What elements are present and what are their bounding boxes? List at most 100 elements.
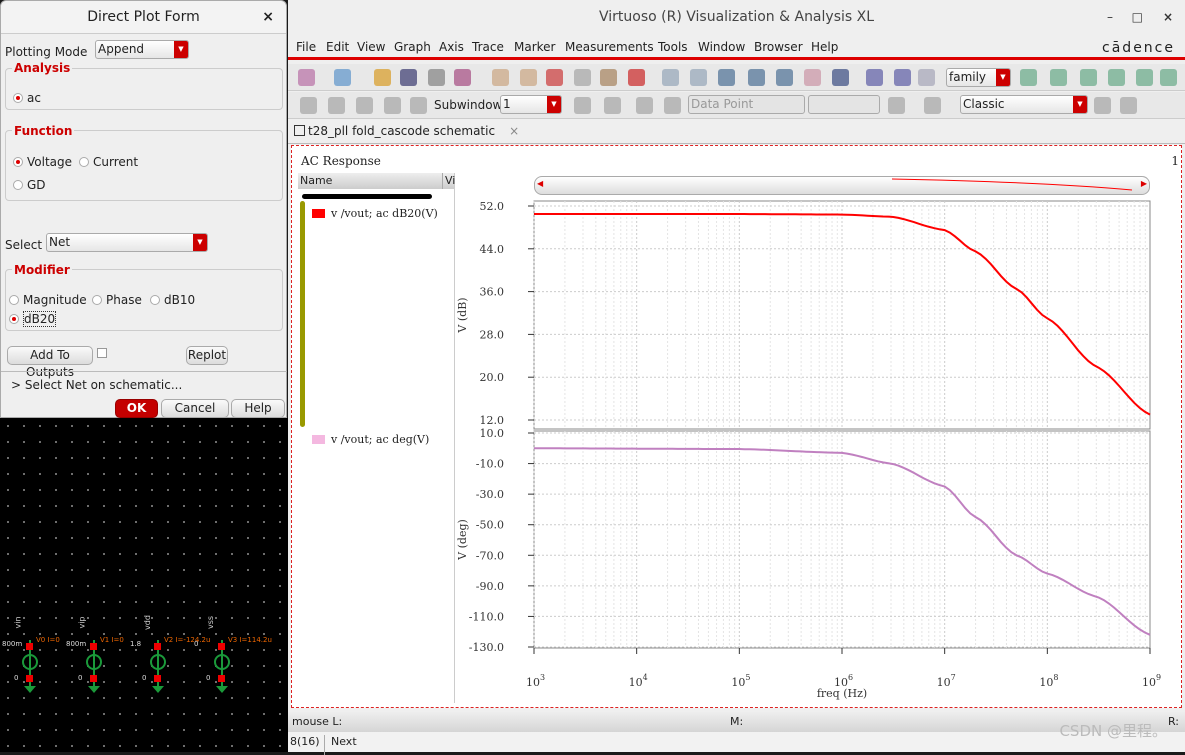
style-select[interactable]: Classic ▼ xyxy=(960,95,1088,114)
toolbar-icon[interactable] xyxy=(428,69,445,86)
select-dropdown[interactable]: Net ▼ xyxy=(46,233,208,252)
menu-file[interactable]: File xyxy=(296,40,316,54)
plotting-mode-select[interactable]: Append ▼ xyxy=(95,40,189,59)
scroll-left-icon[interactable]: ◀ xyxy=(537,179,543,188)
toolbar-icon[interactable] xyxy=(384,97,401,114)
voltage-source[interactable]: vip V1 I=0 800m 0 xyxy=(64,616,124,700)
toolbar-icon[interactable] xyxy=(636,97,653,114)
mouse-m-label: M: xyxy=(730,715,744,728)
maximize-icon[interactable]: □ xyxy=(1132,0,1143,34)
ok-button[interactable]: OK xyxy=(115,399,158,418)
close-icon[interactable]: × xyxy=(262,1,274,34)
menu-marker[interactable]: Marker xyxy=(514,40,555,54)
menu-tools[interactable]: Tools xyxy=(658,40,688,54)
toolbar-icon[interactable] xyxy=(298,69,315,86)
toolbar-icon[interactable] xyxy=(574,97,591,114)
plot-window[interactable]: AC Response 1 Name Vi v /vout; ac dB20(V)… xyxy=(291,145,1182,708)
cancel-button[interactable]: Cancel xyxy=(161,399,229,418)
tab-schematic[interactable]: t28_pll fold_cascode schematic × xyxy=(294,124,519,138)
menu-help[interactable]: Help xyxy=(811,40,838,54)
voltage-source[interactable]: vss V3 I=114.2u 0 0 xyxy=(192,616,272,700)
data-point-input[interactable] xyxy=(808,95,880,114)
radio-current[interactable]: Current xyxy=(79,155,138,169)
radio-phase[interactable]: Phase xyxy=(92,293,142,307)
y-tick-label: 28.0 xyxy=(480,328,505,341)
toolbar-icon[interactable] xyxy=(328,97,345,114)
toolbar-icon[interactable] xyxy=(748,69,765,86)
toolbar-icon[interactable] xyxy=(1094,97,1111,114)
help-button[interactable]: Help xyxy=(231,399,285,418)
toolbar-icon[interactable] xyxy=(604,97,621,114)
toolbar-icon[interactable] xyxy=(1080,69,1097,86)
menu-graph[interactable]: Graph xyxy=(394,40,431,54)
toolbar-icon[interactable] xyxy=(400,69,417,86)
chevron-down-icon: ▼ xyxy=(193,234,207,251)
toolbar-icon[interactable] xyxy=(894,69,911,86)
radio-ac[interactable]: ac xyxy=(13,91,41,105)
subwindow-select[interactable]: 1 ▼ xyxy=(500,95,562,114)
voltage-source[interactable]: vin V0 I=0 800m 0 xyxy=(0,616,60,700)
toolbar-icon[interactable] xyxy=(410,97,427,114)
menu-view[interactable]: View xyxy=(357,40,385,54)
toolbar-icon[interactable] xyxy=(776,69,793,86)
replot-button[interactable]: Replot xyxy=(186,346,228,365)
add-to-outputs-button[interactable]: Add To Outputs xyxy=(7,346,93,379)
toolbar-icon[interactable] xyxy=(1120,97,1137,114)
close-icon[interactable]: × xyxy=(509,124,519,138)
toolbar-icon[interactable] xyxy=(1050,69,1067,86)
toolbar-icon[interactable] xyxy=(888,97,905,114)
toolbar-icon[interactable] xyxy=(1108,69,1125,86)
toolbar-icon[interactable] xyxy=(866,69,883,86)
radio-icon xyxy=(150,295,160,305)
toolbar-icon[interactable] xyxy=(664,97,681,114)
close-icon[interactable]: × xyxy=(1163,0,1173,34)
toolbar-icon[interactable] xyxy=(924,97,941,114)
toolbar-icon[interactable] xyxy=(454,69,471,86)
toolbar-icon[interactable] xyxy=(574,69,591,86)
menu-window[interactable]: Window xyxy=(698,40,745,54)
legend-item[interactable]: v /vout; ac deg(V) xyxy=(312,433,429,446)
menu-measurements[interactable]: Measurements xyxy=(565,40,654,54)
strip-handle[interactable] xyxy=(300,201,305,427)
minimize-icon[interactable]: – xyxy=(1107,0,1113,34)
toolbar-icon[interactable] xyxy=(600,69,617,86)
toolbar-icon[interactable] xyxy=(492,69,509,86)
toolbar-icon[interactable] xyxy=(690,69,707,86)
menu-edit[interactable]: Edit xyxy=(326,40,349,54)
radio-voltage[interactable]: Voltage xyxy=(13,155,72,169)
schematic-canvas[interactable] xyxy=(0,418,288,752)
legend-item[interactable]: v /vout; ac dB20(V) xyxy=(312,207,438,220)
add-to-outputs-checkbox[interactable] xyxy=(97,348,107,358)
node-voltage: 0 xyxy=(78,674,83,682)
toolbar-icon[interactable] xyxy=(1020,69,1037,86)
toolbar-icon[interactable] xyxy=(718,69,735,86)
toolbar-icon[interactable] xyxy=(546,69,563,86)
toolbar-icon[interactable] xyxy=(1160,69,1177,86)
exponent: 3 xyxy=(540,673,545,682)
voltage-source[interactable]: vdd V2 I=-124.2u 1.8 0 xyxy=(128,615,210,700)
toolbar-icon[interactable] xyxy=(1136,69,1153,86)
toolbar-icon[interactable] xyxy=(520,69,537,86)
x-scrollbar[interactable]: ◀ ▶ xyxy=(534,176,1150,195)
menu-browser[interactable]: Browser xyxy=(754,40,803,54)
y-axis-label: V (deg) xyxy=(456,519,469,561)
toolbar-icon[interactable] xyxy=(804,69,821,86)
radio-db20[interactable]: dB20 xyxy=(9,311,57,327)
menu-trace[interactable]: Trace xyxy=(472,40,504,54)
radio-magnitude[interactable]: Magnitude xyxy=(9,293,87,307)
toolbar-icon[interactable] xyxy=(374,69,391,86)
menu-axis[interactable]: Axis xyxy=(439,40,464,54)
toolbar-icon[interactable] xyxy=(918,69,935,86)
toolbar-icon[interactable] xyxy=(334,69,351,86)
data-point-select[interactable]: Data Point xyxy=(688,95,805,114)
toolbar-icon[interactable] xyxy=(300,97,317,114)
radio-gd[interactable]: GD xyxy=(13,178,46,192)
family-select[interactable]: family ▼ xyxy=(946,68,1011,87)
toolbar-icon[interactable] xyxy=(628,69,645,86)
toolbar-icon[interactable] xyxy=(832,69,849,86)
scroll-right-icon[interactable]: ▶ xyxy=(1141,179,1147,188)
source-annotation: V1 I=0 xyxy=(100,636,124,644)
radio-db10[interactable]: dB10 xyxy=(150,293,195,307)
toolbar-icon[interactable] xyxy=(662,69,679,86)
toolbar-icon[interactable] xyxy=(356,97,373,114)
